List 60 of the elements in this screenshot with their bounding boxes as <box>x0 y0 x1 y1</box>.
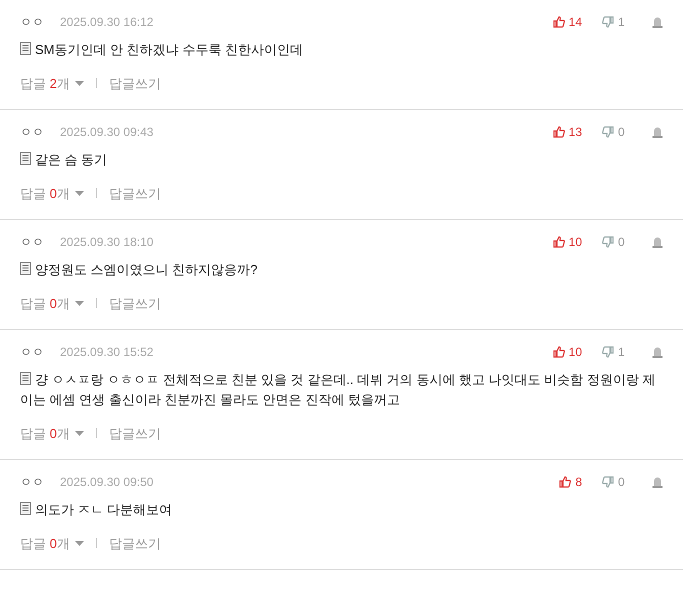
comment-date: 2025.09.30 16:12 <box>60 14 154 31</box>
author-name: ㅇㅇ <box>20 124 44 141</box>
author-name: ㅇㅇ <box>20 234 44 251</box>
report-icon[interactable] <box>652 17 663 28</box>
reply-toggle[interactable]: 답글 0개 <box>20 294 84 313</box>
comment-date: 2025.09.30 18:10 <box>60 234 154 251</box>
thumbs-up-icon <box>552 126 565 138</box>
upvote-button[interactable]: 13 <box>544 122 582 141</box>
write-reply-link[interactable]: 답글쓰기 <box>108 534 161 553</box>
thumbs-up-icon <box>559 476 572 488</box>
write-reply-link[interactable]: 답글쓰기 <box>108 424 161 443</box>
thumbs-down-icon <box>602 126 614 138</box>
upvote-button[interactable]: 14 <box>544 12 582 31</box>
reply-toggle[interactable]: 답글 0개 <box>20 184 84 203</box>
write-reply-link[interactable]: 답글쓰기 <box>108 294 161 313</box>
downvote-button[interactable]: 0 <box>602 122 632 141</box>
document-icon <box>20 502 31 514</box>
thumbs-down-icon <box>602 236 614 248</box>
thumbs-down-icon <box>602 346 614 358</box>
document-icon <box>20 152 31 164</box>
reply-toggle[interactable]: 답글 2개 <box>20 74 84 93</box>
thumbs-up-icon <box>552 346 565 358</box>
downvote-button[interactable]: 1 <box>602 12 632 31</box>
author-name: ㅇㅇ <box>20 474 44 491</box>
report-icon[interactable] <box>652 477 663 488</box>
document-icon <box>20 42 31 54</box>
report-icon[interactable] <box>652 127 663 138</box>
downvote-button[interactable]: 0 <box>602 472 632 491</box>
comment-text: SM동기인데 안 친하겠냐 수두룩 친한사이인데 <box>20 40 683 60</box>
comment-text: 걍 ㅇㅅㅍ랑 ㅇㅎㅇㅍ 전체적으로 친분 있을 것 같은데.. 데뷔 거의 동시에 했고 나잇대도 비슷함 정원이랑 제이는 에셈 연생 출신이라 친분까진 몰라도 안면은 진작에 텄을꺼고 <box>20 370 656 408</box>
caret-icon <box>74 80 84 86</box>
thumbs-up-icon <box>552 16 565 28</box>
write-reply-link[interactable]: 답글쓰기 <box>108 184 161 203</box>
upvote-button[interactable]: 8 <box>544 472 582 491</box>
comment-text: 의도가 ㅈㄴ 다분해보여 <box>20 500 683 520</box>
downvote-button[interactable]: 0 <box>602 232 632 251</box>
comment-text: 양정원도 스엠이였으니 친하지않응까? <box>20 260 683 280</box>
reply-toggle[interactable]: 답글 0개 <box>20 424 84 443</box>
upvote-button[interactable]: 10 <box>544 232 582 251</box>
comment-date: 2025.09.30 09:50 <box>60 474 154 491</box>
author-name: ㅇㅇ <box>20 14 44 31</box>
caret-icon <box>74 540 84 546</box>
thumbs-down-icon <box>602 476 614 488</box>
caret-icon <box>74 430 84 436</box>
downvote-button[interactable]: 1 <box>602 342 632 361</box>
report-icon[interactable] <box>652 347 663 358</box>
upvote-button[interactable]: 10 <box>544 342 582 361</box>
comment-date: 2025.09.30 15:52 <box>60 344 154 361</box>
comment-date: 2025.09.30 09:43 <box>60 124 154 141</box>
caret-icon <box>74 190 84 196</box>
document-icon <box>20 372 31 384</box>
reply-toggle[interactable]: 답글 0개 <box>20 534 84 553</box>
caret-icon <box>74 300 84 306</box>
write-reply-link[interactable]: 답글쓰기 <box>108 74 161 93</box>
thumbs-down-icon <box>602 16 614 28</box>
report-icon[interactable] <box>652 237 663 248</box>
comment-text: 같은 슴 동기 <box>20 150 683 170</box>
thumbs-up-icon <box>552 236 565 248</box>
author-name: ㅇㅇ <box>20 344 44 361</box>
document-icon <box>20 262 31 274</box>
